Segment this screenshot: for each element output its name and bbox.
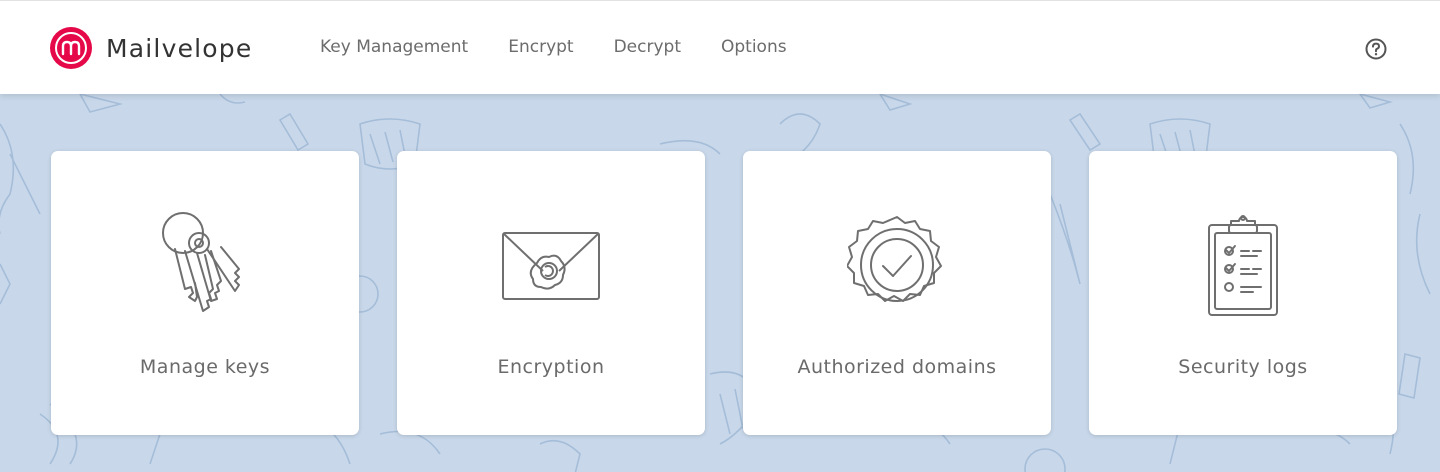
brand-name: Mailvelope (106, 33, 253, 63)
main-nav: Key Management Encrypt Decrypt Options (320, 37, 827, 57)
card-security-logs[interactable]: Security logs (1089, 151, 1397, 435)
card-manage-keys[interactable]: Manage keys (51, 151, 359, 435)
card-encryption[interactable]: Encryption (397, 151, 705, 435)
mailvelope-logo-icon (50, 27, 92, 69)
nav-options[interactable]: Options (721, 37, 787, 57)
keys-icon (162, 212, 240, 312)
nav-key-management[interactable]: Key Management (320, 37, 468, 57)
dashboard-cards: Manage keys Encryption Authorized domain… (51, 151, 1435, 435)
card-label: Authorized domains (797, 356, 997, 378)
top-navbar: Mailvelope Key Management Encrypt Decryp… (0, 0, 1440, 94)
nav-encrypt[interactable]: Encrypt (508, 37, 573, 57)
card-label: Manage keys (139, 356, 271, 378)
card-label: Encryption (497, 356, 605, 378)
question-circle-icon[interactable] (1365, 38, 1387, 60)
certified-badge-icon (847, 216, 942, 302)
brand-link[interactable]: Mailvelope (50, 27, 252, 69)
nav-decrypt[interactable]: Decrypt (614, 37, 681, 57)
sealed-envelope-icon (502, 232, 600, 300)
card-label: Security logs (1178, 356, 1308, 378)
clipboard-checklist-icon (1208, 215, 1278, 316)
card-authorized-domains[interactable]: Authorized domains (743, 151, 1051, 435)
